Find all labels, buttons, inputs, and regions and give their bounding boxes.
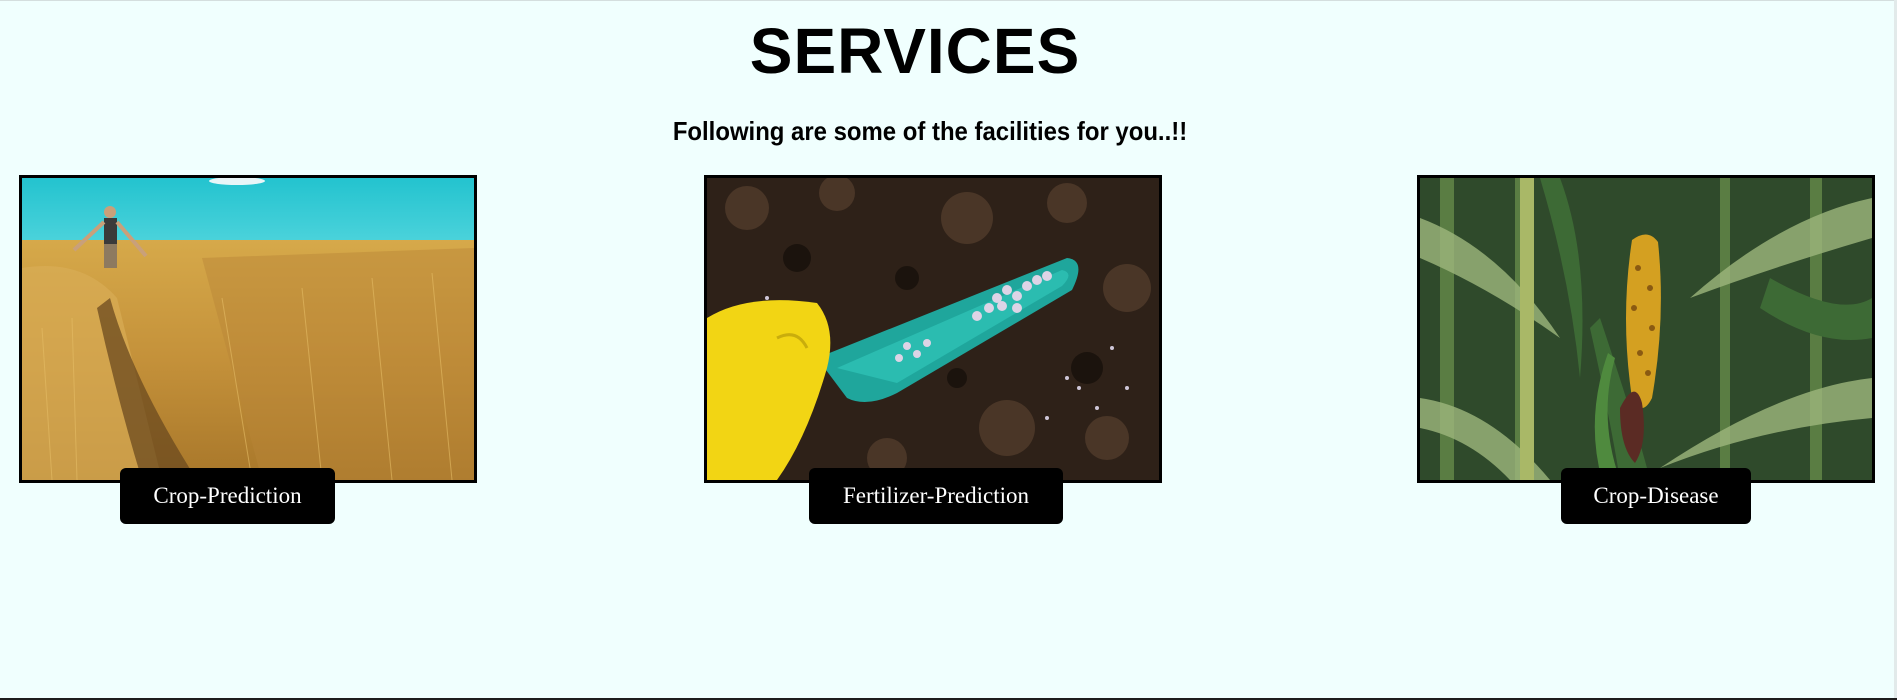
page-subtitle: Following are some of the facilities for… (672, 116, 1188, 146)
crop-prediction-button[interactable]: Crop-Prediction (120, 468, 335, 524)
page-title: SERVICES (749, 15, 1081, 87)
service-card-fertilizer-prediction: Fertilizer-Prediction (704, 175, 1162, 524)
fertilizer-scoop-image (704, 175, 1162, 483)
wheat-field-image (19, 175, 477, 483)
corn-cob-image (1417, 175, 1875, 483)
service-card-crop-prediction: Crop-Prediction (19, 175, 477, 524)
crop-disease-button[interactable]: Crop-Disease (1561, 468, 1751, 524)
fertilizer-prediction-button[interactable]: Fertilizer-Prediction (809, 468, 1063, 524)
top-border (0, 0, 1897, 1)
service-card-crop-disease: Crop-Disease (1417, 175, 1875, 524)
